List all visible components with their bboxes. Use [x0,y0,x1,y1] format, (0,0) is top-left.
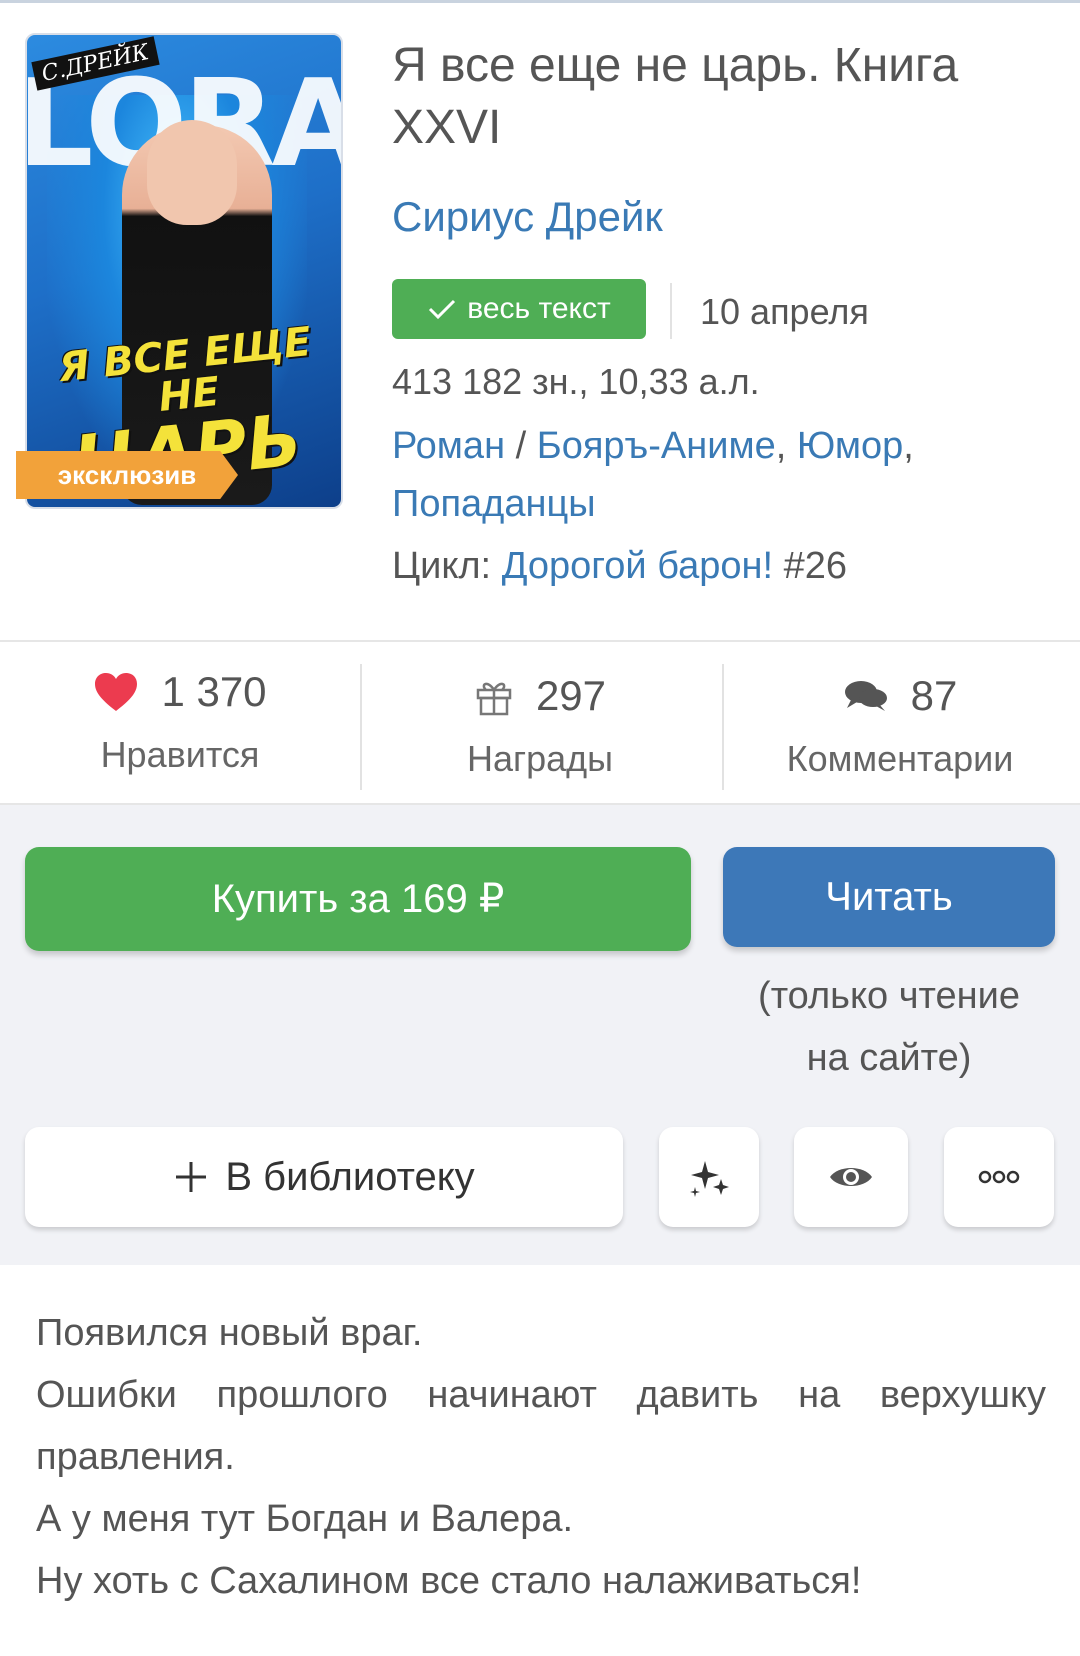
read-note: (только чтение на сайте) [723,965,1055,1089]
genre-link-novel[interactable]: Роман [392,425,505,467]
gift-icon [476,682,512,716]
book-description: Появился новый враг. Ошибки прошлого нач… [36,1302,1046,1612]
stats-bar: 1 370 Нравится 297 Награды 87 Комментари… [0,640,1080,805]
sparkles-icon [690,1161,729,1197]
read-button[interactable]: Читать [723,847,1055,947]
awards-count: 297 [535,672,607,719]
description-line: Появился новый враг. [36,1312,423,1354]
author-link[interactable]: Сириус Дрейк [392,193,663,241]
stat-likes[interactable]: 1 370 Нравится [0,642,360,803]
watch-button[interactable] [794,1127,908,1227]
stat-awards[interactable]: 297 Награды [360,642,720,803]
description-line: Ошибки прошлого начинают давить на верху… [36,1374,1046,1416]
publish-date: 10 апреля [700,291,869,332]
exclusive-badge: эксклюзив [16,451,238,499]
status-badge-label: весь текст [467,292,611,325]
likes-label: Нравится [100,734,260,775]
description-line: Ну хоть с Сахалином все стало налаживать… [36,1560,862,1602]
add-to-library-label: В библиотеку [225,1154,475,1199]
buy-button[interactable]: Купить за 169 ₽ [25,847,691,951]
genre-list: Роман / Бояръ-Аниме, Юмор, Попаданцы [392,425,914,525]
book-title: Я все еще не царь. Книга XXVI [392,39,959,154]
read-note-line1: (только чтение [758,975,1020,1017]
more-icon [978,1170,1020,1184]
check-icon [429,299,456,320]
add-to-library-button[interactable]: В библиотеку [25,1127,623,1227]
genre-link-boyar-anime[interactable]: Бояръ-Аниме [537,425,776,467]
cycle-label: Цикл: [392,545,492,587]
cycle-info: Цикл: Дорогой барон! #26 [392,545,847,588]
heart-icon [95,673,138,711]
cycle-number: #26 [783,545,847,587]
read-note-line2: на сайте) [806,1037,972,1079]
likes-count: 1 370 [161,668,267,715]
book-size: 413 182 зн., 10,33 а.л. [392,361,760,402]
comments-icon [844,681,887,711]
badge-divider [670,283,672,339]
plus-icon [176,1162,207,1192]
book-header: LORA С.ДРЕЙК Я ВСЕ ЕЩЕ НЕ ЦАРЬ эксклюзив… [0,3,1080,640]
book-cover[interactable]: LORA С.ДРЕЙК Я ВСЕ ЕЩЕ НЕ ЦАРЬ [25,33,343,509]
comments-label: Комментарии [786,738,1014,779]
awards-label: Награды [466,738,614,779]
genre-link-popadantsy[interactable]: Попаданцы [392,483,596,525]
cycle-link[interactable]: Дорогой барон! [502,545,773,587]
actions-panel: Купить за 169 ₽ Читать (только чтение на… [0,805,1080,1265]
description-line: А у меня тут Богдан и Валера. [36,1498,574,1540]
description-line: правления. [36,1436,235,1478]
eye-icon [830,1168,872,1186]
status-badge: весь текст [392,279,646,339]
stat-comments[interactable]: 87 Комментарии [720,642,1080,803]
more-options-button[interactable] [944,1127,1054,1227]
ai-sparkles-button[interactable] [659,1127,759,1227]
comments-count: 87 [910,672,958,719]
cover-art-face [147,120,237,225]
genre-link-humor[interactable]: Юмор [797,425,903,467]
